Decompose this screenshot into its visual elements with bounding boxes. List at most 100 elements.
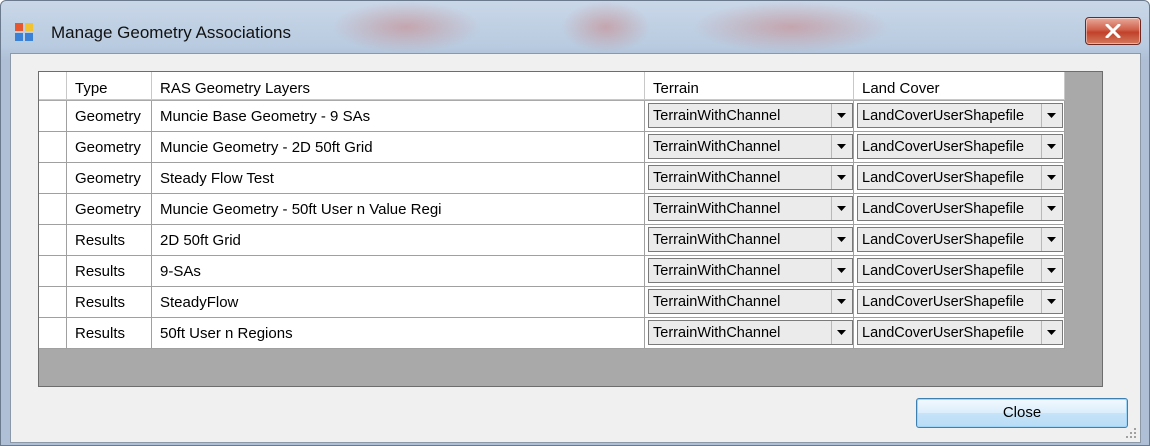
window-close-button[interactable]	[1085, 17, 1141, 45]
title-bar-background	[331, 1, 481, 53]
table-row[interactable]: Results SteadyFlow TerrainWithChannel LandC…	[39, 287, 1065, 318]
column-header-ras-geometry-layers[interactable]: RAS Geometry Layers	[152, 72, 645, 100]
land-cover-cell: LandCoverUserShapefile	[854, 287, 1065, 318]
land-cover-dropdown[interactable]: LandCoverUserShapefile	[857, 320, 1063, 345]
land-cover-dropdown[interactable]: LandCoverUserShapefile	[857, 289, 1063, 314]
terrain-dropdown[interactable]: TerrainWithChannel	[648, 134, 853, 159]
dropdown-arrow[interactable]	[1041, 321, 1062, 344]
type-cell[interactable]: Geometry	[67, 101, 152, 132]
table-row[interactable]: Geometry Muncie Base Geometry - 9 SAs Terr…	[39, 101, 1065, 132]
geometry-layer-cell[interactable]: 9-SAs	[152, 256, 645, 287]
dropdown-arrow[interactable]	[831, 321, 852, 344]
dropdown-arrow[interactable]	[1041, 290, 1062, 313]
row-selector[interactable]	[39, 287, 67, 318]
row-selector[interactable]	[39, 132, 67, 163]
dropdown-arrow[interactable]	[831, 135, 852, 158]
table-row[interactable]: Geometry Steady Flow Test TerrainWithChann…	[39, 163, 1065, 194]
row-selector[interactable]	[39, 163, 67, 194]
dropdown-arrow[interactable]	[831, 104, 852, 127]
row-selector[interactable]	[39, 318, 67, 349]
land-cover-value: LandCoverUserShapefile	[862, 294, 1025, 310]
land-cover-dropdown[interactable]: LandCoverUserShapefile	[857, 165, 1063, 190]
row-selector[interactable]	[39, 256, 67, 287]
dropdown-arrow[interactable]	[1041, 228, 1062, 251]
terrain-cell: TerrainWithChannel	[645, 287, 854, 318]
chevron-down-icon	[1047, 237, 1056, 242]
dropdown-arrow[interactable]	[1041, 259, 1062, 282]
land-cover-cell: LandCoverUserShapefile	[854, 225, 1065, 256]
table-row[interactable]: Results 2D 50ft Grid TerrainWithChannel Lan…	[39, 225, 1065, 256]
land-cover-value: LandCoverUserShapefile	[862, 201, 1025, 217]
geometry-layer-cell[interactable]: 2D 50ft Grid	[152, 225, 645, 256]
column-header-terrain[interactable]: Terrain	[645, 72, 854, 100]
associations-grid[interactable]: Type RAS Geometry Layers Terrain Land Co…	[38, 71, 1103, 387]
chevron-down-icon	[837, 175, 846, 180]
land-cover-dropdown[interactable]: LandCoverUserShapefile	[857, 258, 1063, 283]
geometry-layer-cell[interactable]: Muncie Geometry - 2D 50ft Grid	[152, 132, 645, 163]
dropdown-arrow[interactable]	[831, 228, 852, 251]
dropdown-arrow[interactable]	[1041, 197, 1062, 220]
terrain-cell: TerrainWithChannel	[645, 132, 854, 163]
type-cell[interactable]: Geometry	[67, 163, 152, 194]
land-cover-cell: LandCoverUserShapefile	[854, 163, 1065, 194]
dropdown-arrow[interactable]	[1041, 166, 1062, 189]
terrain-dropdown[interactable]: TerrainWithChannel	[648, 165, 853, 190]
row-selector[interactable]	[39, 225, 67, 256]
terrain-dropdown[interactable]: TerrainWithChannel	[648, 289, 853, 314]
terrain-dropdown[interactable]: TerrainWithChannel	[648, 103, 853, 128]
table-row[interactable]: Geometry Muncie Geometry - 2D 50ft Grid Te…	[39, 132, 1065, 163]
land-cover-dropdown[interactable]: LandCoverUserShapefile	[857, 103, 1063, 128]
chevron-down-icon	[837, 299, 846, 304]
chevron-down-icon	[1047, 144, 1056, 149]
terrain-value: TerrainWithChannel	[653, 263, 781, 279]
row-selector[interactable]	[39, 194, 67, 225]
chevron-down-icon	[1047, 113, 1056, 118]
table-row[interactable]: Geometry Muncie Geometry - 50ft User n Va…	[39, 194, 1065, 225]
terrain-cell: TerrainWithChannel	[645, 256, 854, 287]
dropdown-arrow[interactable]	[831, 166, 852, 189]
type-cell[interactable]: Results	[67, 318, 152, 349]
column-header-type[interactable]: Type	[67, 72, 152, 100]
geometry-layer-cell[interactable]: Muncie Base Geometry - 9 SAs	[152, 101, 645, 132]
terrain-dropdown[interactable]: TerrainWithChannel	[648, 196, 853, 221]
type-cell[interactable]: Results	[67, 225, 152, 256]
title-bar-background	[691, 1, 891, 53]
land-cover-value: LandCoverUserShapefile	[862, 325, 1025, 341]
chevron-down-icon	[1047, 330, 1056, 335]
dropdown-arrow[interactable]	[831, 259, 852, 282]
terrain-cell: TerrainWithChannel	[645, 225, 854, 256]
chevron-down-icon	[837, 330, 846, 335]
type-cell[interactable]: Results	[67, 256, 152, 287]
geometry-layer-cell[interactable]: 50ft User n Regions	[152, 318, 645, 349]
land-cover-dropdown[interactable]: LandCoverUserShapefile	[857, 196, 1063, 221]
title-bar[interactable]: Manage Geometry Associations	[1, 1, 1149, 53]
row-selector[interactable]	[39, 101, 67, 132]
terrain-dropdown[interactable]: TerrainWithChannel	[648, 320, 853, 345]
type-cell[interactable]: Results	[67, 287, 152, 318]
resize-grip-icon[interactable]	[1125, 427, 1137, 439]
table-row[interactable]: Results 9-SAs TerrainWithChannel LandCoverU…	[39, 256, 1065, 287]
type-cell[interactable]: Geometry	[67, 132, 152, 163]
terrain-dropdown[interactable]: TerrainWithChannel	[648, 258, 853, 283]
manage-geometry-associations-window: Manage Geometry Associations Type RAS Ge…	[0, 0, 1150, 446]
dropdown-arrow[interactable]	[1041, 104, 1062, 127]
terrain-value: TerrainWithChannel	[653, 325, 781, 341]
column-header-land-cover[interactable]: Land Cover	[854, 72, 1065, 100]
type-cell[interactable]: Geometry	[67, 194, 152, 225]
terrain-value: TerrainWithChannel	[653, 170, 781, 186]
chevron-down-icon	[837, 206, 846, 211]
dropdown-arrow[interactable]	[831, 290, 852, 313]
land-cover-dropdown[interactable]: LandCoverUserShapefile	[857, 227, 1063, 252]
geometry-layer-cell[interactable]: Steady Flow Test	[152, 163, 645, 194]
close-button[interactable]: Close	[916, 398, 1128, 428]
dropdown-arrow[interactable]	[1041, 135, 1062, 158]
geometry-layer-cell[interactable]: SteadyFlow	[152, 287, 645, 318]
land-cover-cell: LandCoverUserShapefile	[854, 132, 1065, 163]
land-cover-dropdown[interactable]: LandCoverUserShapefile	[857, 134, 1063, 159]
terrain-dropdown[interactable]: TerrainWithChannel	[648, 227, 853, 252]
geometry-layer-cell[interactable]: Muncie Geometry - 50ft User n Value Regi	[152, 194, 645, 225]
dropdown-arrow[interactable]	[831, 197, 852, 220]
table-row[interactable]: Results 50ft User n Regions TerrainWithCha…	[39, 318, 1065, 349]
chevron-down-icon	[1047, 175, 1056, 180]
land-cover-value: LandCoverUserShapefile	[862, 139, 1025, 155]
